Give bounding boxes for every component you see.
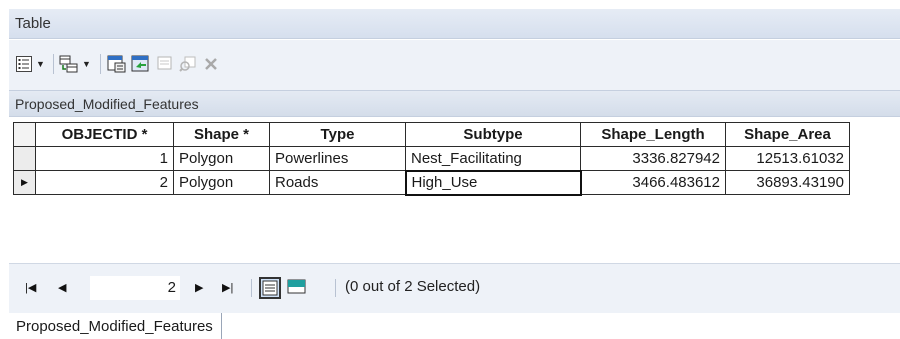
table-options-button[interactable]: ▼ xyxy=(15,53,45,75)
table-cell[interactable]: 12513.61032 xyxy=(725,146,850,171)
clear-selection-icon xyxy=(157,56,172,70)
column-header[interactable]: Type xyxy=(269,122,406,147)
chevron-down-icon: ▼ xyxy=(36,59,45,69)
switch-selection-button[interactable] xyxy=(131,53,151,75)
previous-record-button[interactable]: ◀ xyxy=(58,281,66,294)
row-selector[interactable] xyxy=(13,146,36,171)
related-tables-button[interactable]: ▼ xyxy=(59,53,91,75)
nav-divider xyxy=(251,279,252,297)
toolbar-divider xyxy=(53,54,54,74)
select-by-attributes-icon xyxy=(107,55,126,73)
layer-name: Proposed_Modified_Features xyxy=(15,96,199,112)
current-row-arrow-icon: ▶ xyxy=(21,177,28,187)
nav-divider xyxy=(335,279,336,297)
table-cell[interactable]: 3336.827942 xyxy=(580,146,726,171)
current-record-input[interactable]: 2 xyxy=(90,276,180,300)
table-cell[interactable]: Polygon xyxy=(173,146,270,171)
chevron-down-icon: ▼ xyxy=(82,59,91,69)
switch-selection-icon xyxy=(131,55,149,72)
column-header[interactable]: Shape_Length xyxy=(580,122,726,147)
last-record-button[interactable]: ▶| xyxy=(222,281,233,294)
table-cell[interactable]: Nest_Facilitating xyxy=(405,146,581,171)
table-options-icon xyxy=(16,56,32,72)
next-record-button[interactable]: ▶ xyxy=(195,281,203,294)
attribute-table-grid: OBJECTID * Shape * Type Subtype Shape_Le… xyxy=(9,117,900,263)
show-selected-records-button[interactable] xyxy=(286,277,308,299)
layer-name-bar: Proposed_Modified_Features xyxy=(9,90,900,117)
row-selector[interactable]: ▶ xyxy=(13,170,36,195)
table-row[interactable]: ▶ 2 Polygon Roads High_Use 3466.483612 3… xyxy=(13,169,850,196)
zoom-to-selected-icon xyxy=(179,56,196,72)
current-record-value: 2 xyxy=(167,279,176,296)
previous-record-icon: ◀ xyxy=(58,282,67,294)
show-all-records-icon xyxy=(262,280,278,296)
selection-count: (0 out of 2 Selected) xyxy=(345,278,481,295)
delete-selected-icon xyxy=(205,58,217,70)
table-toolbar: ▼ ▼ xyxy=(9,40,900,90)
top-strip xyxy=(0,0,900,6)
column-header[interactable]: OBJECTID * xyxy=(35,122,174,147)
active-table-cell[interactable]: High_Use xyxy=(404,169,582,196)
tab-label: Proposed_Modified_Features xyxy=(16,317,213,335)
table-cell[interactable]: 36893.43190 xyxy=(725,170,850,195)
table-row[interactable]: 1 Polygon Powerlines Nest_Facilitating 3… xyxy=(13,146,850,171)
table-cell[interactable]: 2 xyxy=(35,170,174,195)
table-header-row: OBJECTID * Shape * Type Subtype Shape_Le… xyxy=(13,122,850,147)
toolbar-divider xyxy=(100,54,101,74)
column-header[interactable]: Shape_Area xyxy=(725,122,850,147)
last-record-icon: ▶| xyxy=(222,282,234,294)
clear-selection-button[interactable] xyxy=(156,53,174,75)
next-record-icon: ▶ xyxy=(195,282,204,294)
column-header[interactable]: Subtype xyxy=(405,122,581,147)
select-by-attributes-button[interactable] xyxy=(107,53,127,75)
table-tab-strip: Proposed_Modified_Features xyxy=(9,313,900,339)
window-title: Table xyxy=(15,15,51,32)
attribute-table: OBJECTID * Shape * Type Subtype Shape_Le… xyxy=(13,122,850,196)
related-tables-icon xyxy=(59,55,78,73)
table-cell[interactable]: Powerlines xyxy=(269,146,406,171)
show-all-records-button[interactable] xyxy=(259,277,281,299)
row-selector-header[interactable] xyxy=(13,122,36,147)
table-cell[interactable]: 1 xyxy=(35,146,174,171)
record-navigation-bar: |◀ ◀ 2 ▶ ▶| (0 out of 2 Selected) xyxy=(9,263,900,313)
table-cell[interactable]: 3466.483612 xyxy=(580,170,726,195)
tab-proposed-modified-features[interactable]: Proposed_Modified_Features xyxy=(9,313,222,339)
table-cell[interactable]: Polygon xyxy=(173,170,270,195)
column-header[interactable]: Shape * xyxy=(173,122,270,147)
show-selected-records-icon xyxy=(287,279,306,294)
delete-selected-button[interactable] xyxy=(203,53,219,75)
table-cell[interactable]: Roads xyxy=(269,170,406,195)
first-record-icon: |◀ xyxy=(25,282,37,294)
zoom-to-selected-button[interactable] xyxy=(179,53,197,75)
window-titlebar: Table xyxy=(9,9,900,39)
first-record-button[interactable]: |◀ xyxy=(25,281,36,294)
